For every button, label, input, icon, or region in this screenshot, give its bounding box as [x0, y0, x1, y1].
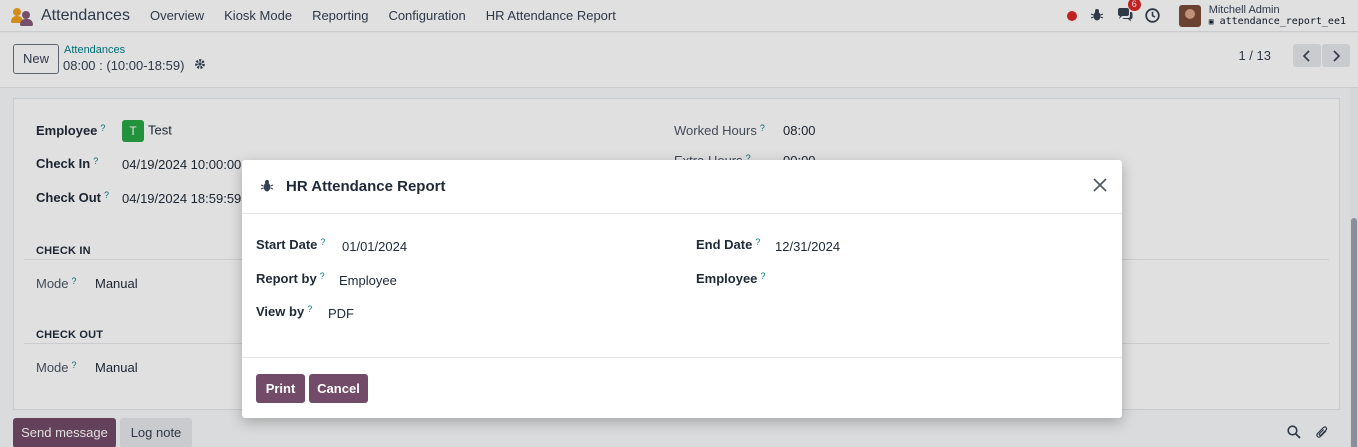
- start-date-field[interactable]: 01/01/2024: [342, 239, 407, 254]
- report-by-field[interactable]: Employee: [339, 273, 397, 288]
- hr-attendance-report-dialog: HR Attendance Report Start Date? 01/01/2…: [242, 160, 1122, 418]
- cancel-button[interactable]: Cancel: [309, 374, 368, 403]
- dialog-header: HR Attendance Report: [242, 160, 1122, 214]
- start-date-label: Start Date?: [256, 237, 326, 252]
- employee-label: Employee?: [696, 271, 766, 286]
- dialog-footer: Print Cancel: [242, 357, 1122, 418]
- view-by-field[interactable]: PDF: [328, 306, 354, 321]
- end-date-label: End Date?: [696, 237, 761, 252]
- bug-icon: [260, 179, 274, 193]
- end-date-field[interactable]: 12/31/2024: [775, 239, 840, 254]
- employee-field[interactable]: [775, 273, 1075, 291]
- report-by-label: Report by?: [256, 271, 325, 286]
- dialog-title: HR Attendance Report: [286, 178, 446, 195]
- view-by-label: View by?: [256, 304, 313, 319]
- close-icon[interactable]: [1090, 177, 1110, 197]
- print-button[interactable]: Print: [256, 374, 305, 403]
